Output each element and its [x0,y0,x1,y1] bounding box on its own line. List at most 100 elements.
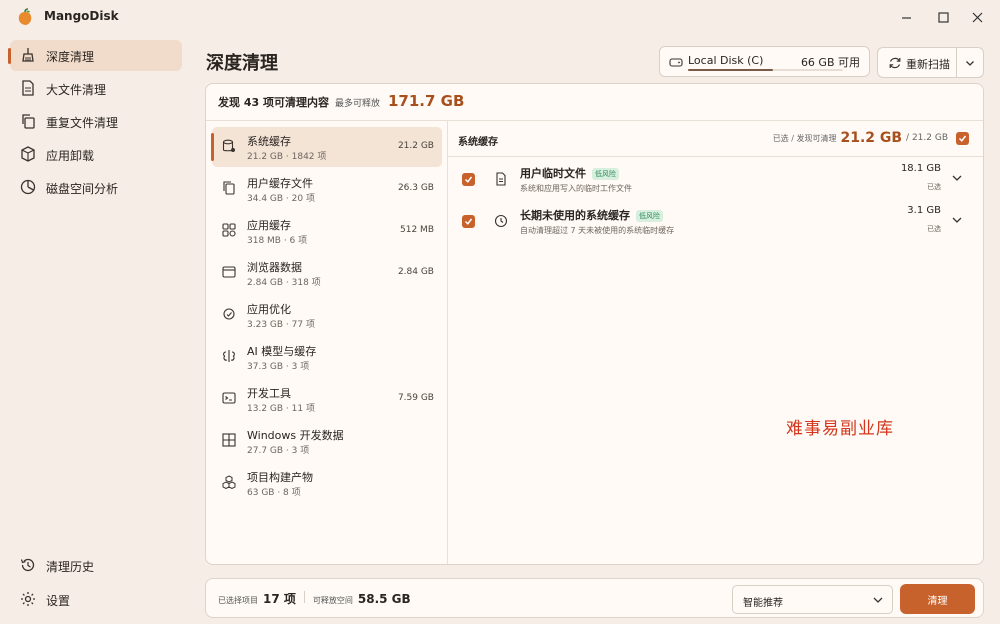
category-details: 3.23 GB · 77 项 [247,320,315,330]
windows-icon [222,433,236,447]
clean-button[interactable]: 清理 [900,584,975,614]
category-user-cache[interactable]: 用户缓存文件 34.4 GB · 20 项 26.3 GB [212,169,442,209]
category-name: 开发工具 [247,387,291,400]
category-windows-dev-data[interactable]: Windows 开发数据 27.7 GB · 3 项 [212,421,442,461]
sidebar-item-label: 清理历史 [46,560,95,574]
risk-badge: 低风险 [592,168,619,180]
category-name: Windows 开发数据 [247,429,344,442]
cubes-icon [222,475,236,489]
chevron-down-icon[interactable] [951,214,963,226]
page-title: 深度清理 [206,53,278,74]
category-details: 13.2 GB · 11 项 [247,404,315,414]
total-size: 171.7 GB [387,92,465,110]
category-system-cache[interactable]: 系统缓存 21.2 GB · 1842 项 21.2 GB [211,127,442,167]
selection-summary: 已选 / 发现可清理 21.2 GB / 21.2 GB [773,130,969,146]
sidebar-item-settings[interactable]: 设置 [10,584,182,615]
close-icon [972,12,982,22]
risk-badge: 低风险 [636,210,663,222]
item-checkbox[interactable] [462,173,475,186]
category-app-cache[interactable]: 应用缓存 318 MB · 6 项 512 MB [212,211,442,251]
item-checkbox[interactable] [462,215,475,228]
category-size: 7.59 GB [397,393,434,403]
files-icon [223,181,235,195]
disk-free-space: 66 GB 可用 [800,56,860,69]
active-indicator [211,133,214,161]
category-name: 应用缓存 [247,219,291,232]
category-name: 项目构建产物 [247,471,313,484]
selected-items-count: 17 项 [263,592,296,606]
selection-stats: 已选择项目 17 项 可释放空间 58.5 GB [218,590,411,607]
item-state: 已选 [927,183,941,191]
item-name-row: 用户临时文件 低风险 [520,165,619,181]
found-count-text: 发现 43 项可清理内容 [218,96,329,109]
watermark: 难事易副业库 [786,419,894,439]
sidebar-item-large-files[interactable]: 大文件清理 [10,73,182,104]
refresh-icon [889,57,901,69]
close-button[interactable] [966,6,988,28]
copy-icon [22,114,35,129]
up-to-label: 最多可释放 [334,99,380,109]
item-size: 18.1 GB [900,163,941,174]
category-size: 2.84 GB [397,267,434,277]
list-item[interactable]: 用户临时文件 低风险 系统和应用写入的临时工作文件 18.1 GB 已选 [448,159,983,201]
rescan-button[interactable]: 重新扫描 [877,47,957,78]
selected-total: / 21.2 GB [906,133,948,143]
selected-value: 21.2 GB [840,130,903,146]
rescan-options-button[interactable] [957,47,984,78]
disk-name: Local Disk (C) [688,54,764,67]
category-build-artifacts[interactable]: 项目构建产物 63 GB · 8 项 [212,463,442,503]
sidebar-item-label: 大文件清理 [46,83,107,97]
sidebar: 深度清理 大文件清理 重复文件清理 应用卸载 磁盘空间分析 清理历史 设置 [0,34,190,624]
category-ai-models[interactable]: AI 模型与缓存 37.3 GB · 3 项 [212,337,442,377]
category-details: 37.3 GB · 3 项 [247,362,310,372]
category-details: 63 GB · 8 项 [247,488,301,498]
category-name: 应用优化 [247,303,291,316]
app-title: MangoDisk [44,9,119,23]
category-app-optimization[interactable]: 应用优化 3.23 GB · 77 项 [212,295,442,335]
sidebar-item-duplicate-files[interactable]: 重复文件清理 [10,106,182,137]
maximize-button[interactable] [932,6,954,28]
clean-mode-select[interactable]: 智能推荐 [732,585,893,614]
list-item[interactable]: 长期未使用的系统缓存 低风险 自动清理超过 7 天未被使用的系统临时缓存 3.1 … [448,201,983,243]
minimize-button[interactable] [895,6,917,28]
terminal-icon [222,392,236,404]
freeable-label: 可释放空间 [312,596,353,605]
item-description: 自动清理超过 7 天未被使用的系统临时缓存 [520,226,675,235]
disk-selector[interactable]: Local Disk (C) 66 GB 可用 [659,46,870,77]
item-description: 系统和应用写入的临时工作文件 [520,184,632,193]
optimize-icon [223,308,235,320]
title-bar: MangoDisk [0,0,1000,34]
divider [206,120,983,121]
sidebar-item-label: 应用卸载 [46,149,95,163]
category-details: 318 MB · 6 项 [247,236,308,246]
category-details: 21.2 GB · 1842 项 [247,152,327,162]
checkmark-icon [464,218,473,225]
maximize-icon [937,11,949,23]
category-browser-data[interactable]: 浏览器数据 2.84 GB · 318 项 2.84 GB [212,253,442,293]
gear-icon [21,592,35,606]
select-all-checkbox[interactable] [956,131,969,145]
divider [303,591,305,603]
sidebar-item-deep-clean[interactable]: 深度清理 [8,40,182,71]
category-size: 26.3 GB [397,183,434,193]
sidebar-item-uninstall[interactable]: 应用卸载 [10,139,182,170]
active-indicator [8,48,11,64]
database-icon [222,139,235,152]
chevron-down-icon[interactable] [951,172,963,184]
category-name: 系统缓存 [247,135,291,148]
category-dev-tools[interactable]: 开发工具 13.2 GB · 11 项 7.59 GB [212,379,442,419]
rescan-label: 重新扫描 [906,58,950,71]
category-name: AI 模型与缓存 [247,345,317,358]
divider [448,156,983,157]
sidebar-item-disk-analysis[interactable]: 磁盘空间分析 [10,172,182,203]
item-name: 用户临时文件 [520,167,586,180]
sidebar-item-history[interactable]: 清理历史 [10,550,182,581]
category-name: 浏览器数据 [247,261,302,274]
category-details: 2.84 GB · 318 项 [247,278,321,288]
scan-summary: 发现 43 项可清理内容 最多可释放 171.7 GB [218,92,464,114]
category-details: 34.4 GB · 20 项 [247,194,315,204]
sidebar-item-label: 磁盘空间分析 [46,182,119,196]
selected-items-label: 已选择项目 [218,596,258,605]
disk-usage-bar [688,69,843,71]
chevron-down-icon [873,597,883,603]
